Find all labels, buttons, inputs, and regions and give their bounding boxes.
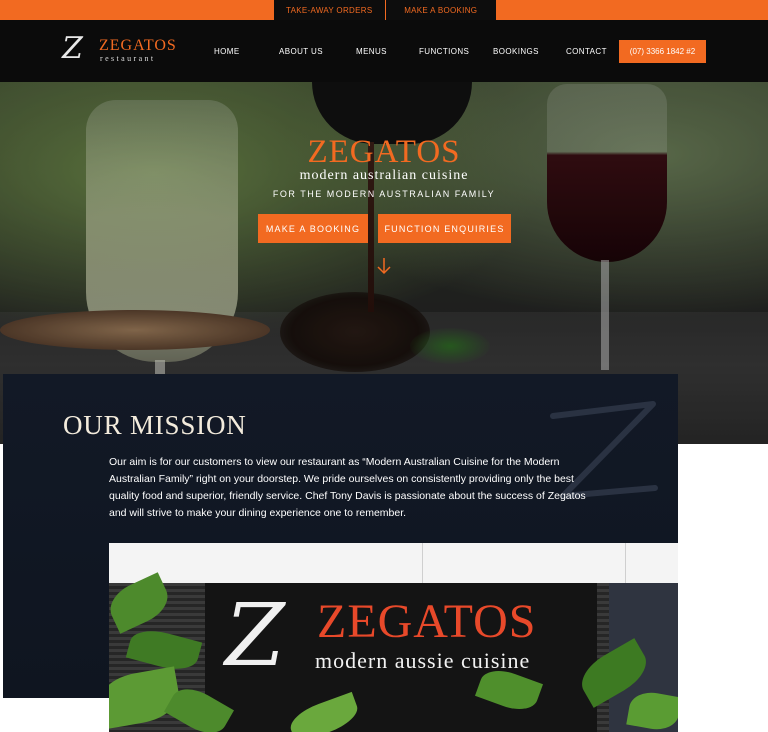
top-utility-bar: TAKE-AWAY ORDERS MAKE A BOOKING (0, 0, 768, 20)
hero-title: ZEGATOS (307, 134, 461, 170)
nav-functions[interactable]: FUNCTIONS (419, 47, 469, 56)
restaurant-sign: Z ZEGATOS modern aussie cuisine (205, 583, 597, 732)
top-utility-links: TAKE-AWAY ORDERS MAKE A BOOKING (274, 0, 496, 20)
nav-home[interactable]: HOME (214, 47, 240, 56)
photo-window-divider (625, 543, 626, 583)
logo-z-mark: Z (62, 31, 83, 66)
sign-name: ZEGATOS (317, 595, 537, 648)
phone-button[interactable]: (07) 3366 1842 #2 (619, 40, 706, 63)
nav-contact[interactable]: CONTACT (566, 47, 607, 56)
arrow-down-icon[interactable] (377, 257, 391, 275)
make-booking-top-link[interactable]: MAKE A BOOKING (384, 0, 497, 20)
function-enquiries-button[interactable]: FUNCTION ENQUIRIES (378, 214, 511, 243)
main-navbar: Z ZEGATOS restaurant HOME ABOUT US MENUS… (0, 20, 768, 82)
photo-window-divider (422, 543, 423, 583)
logo-name: ZEGATOS (99, 37, 177, 54)
nav-bookings[interactable]: BOOKINGS (493, 47, 539, 56)
site-logo[interactable]: Z ZEGATOS restaurant (62, 34, 182, 68)
hero-tagline: FOR THE MODERN AUSTRALIAN FAMILY (272, 189, 496, 199)
sign-subtitle: modern aussie cuisine (315, 648, 531, 673)
mission-body: Our aim is for our customers to view our… (109, 456, 586, 519)
nav-menus[interactable]: MENUS (356, 47, 387, 56)
mission-title: OUR MISSION (63, 410, 247, 440)
hero-subtitle: modern australian cuisine (299, 168, 469, 183)
logo-subtitle: restaurant (100, 54, 156, 63)
make-booking-button[interactable]: MAKE A BOOKING (258, 214, 368, 243)
restaurant-sign-photo: Z ZEGATOS modern aussie cuisine (109, 543, 678, 732)
takeaway-orders-link[interactable]: TAKE-AWAY ORDERS (274, 0, 385, 20)
sign-z-mark: Z (225, 586, 285, 686)
nav-about-us[interactable]: ABOUT US (279, 47, 323, 56)
photo-sky (109, 543, 678, 583)
